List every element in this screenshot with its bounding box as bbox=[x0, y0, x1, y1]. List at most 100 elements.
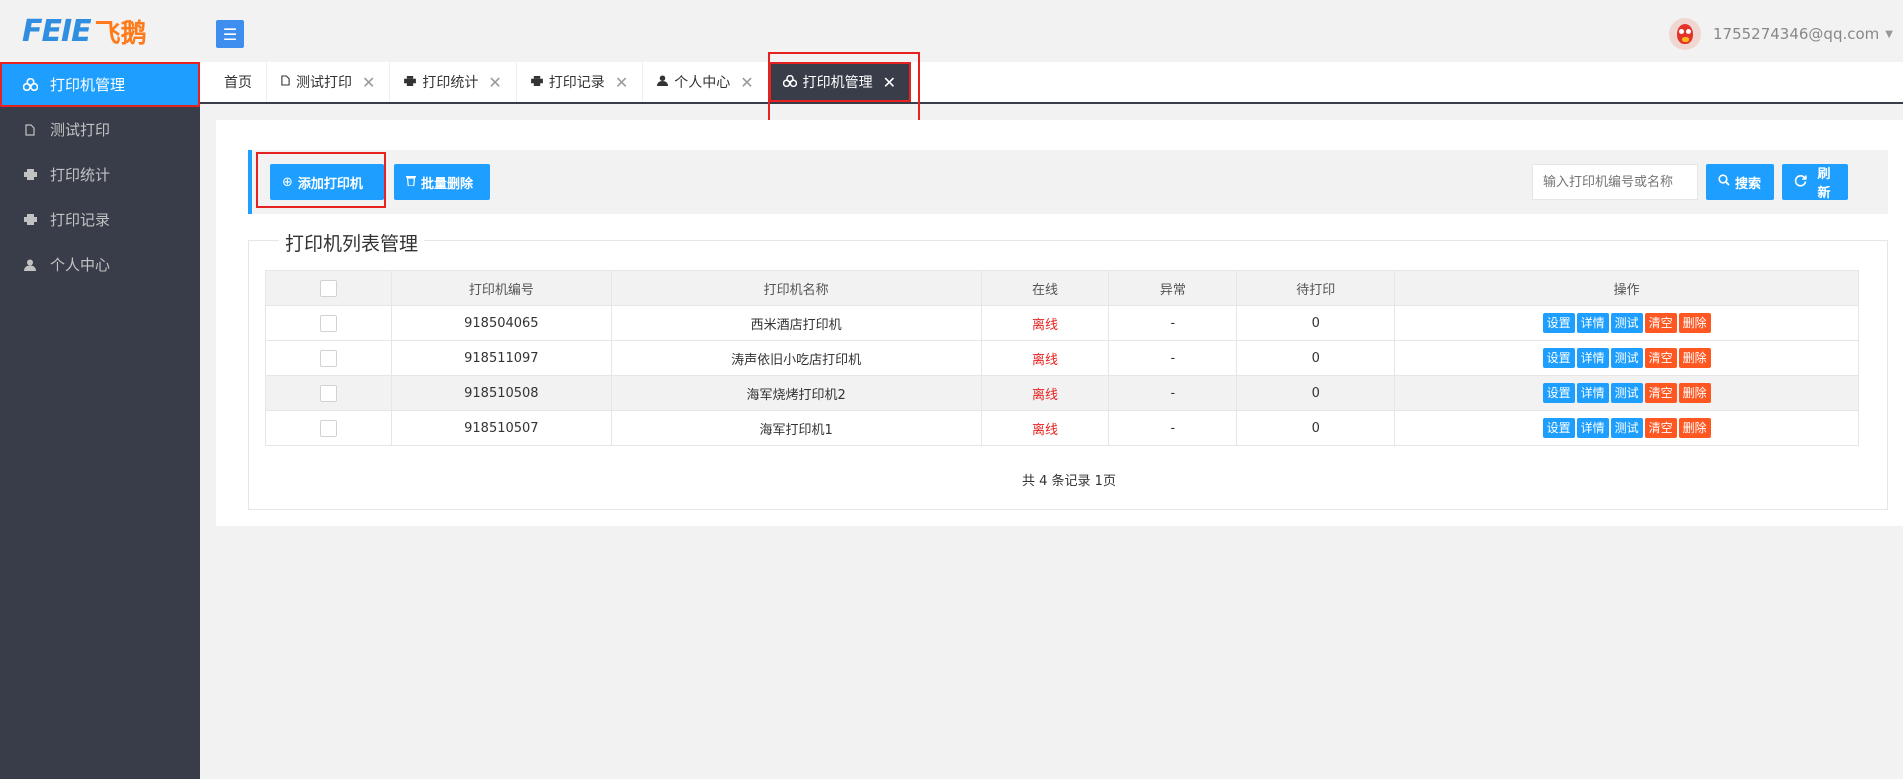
pending-count: 0 bbox=[1236, 410, 1396, 446]
close-icon[interactable]: ✕ bbox=[362, 73, 375, 92]
sidebar-item-personal-center[interactable]: 个人中心 bbox=[0, 242, 200, 287]
settings-button[interactable]: 设置 bbox=[1542, 313, 1575, 333]
tab-personal-center[interactable]: 个人中心 ✕ bbox=[643, 62, 769, 102]
menu-icon: ☰ bbox=[222, 24, 238, 44]
row-checkbox[interactable] bbox=[319, 419, 337, 437]
details-button[interactable]: 详情 bbox=[1576, 418, 1609, 438]
header-select-all[interactable] bbox=[265, 270, 392, 306]
column-header: 异常 bbox=[1108, 270, 1238, 306]
search-icon bbox=[1718, 174, 1730, 190]
printer-icon bbox=[404, 75, 417, 89]
search-label: 搜索 bbox=[1735, 176, 1762, 192]
test-button[interactable]: 测试 bbox=[1610, 418, 1643, 438]
column-header: 操作 bbox=[1394, 270, 1859, 306]
tab-label: 首页 bbox=[224, 75, 252, 91]
row-actions: 设置 详情 测试 清空 删除 bbox=[1394, 340, 1859, 376]
panel-title: 打印机列表管理 bbox=[279, 229, 425, 256]
table-row: 918504065 西米酒店打印机 离线 - 0 设置 详情 测试 清空 删除 bbox=[265, 305, 1859, 341]
close-icon[interactable]: ✕ bbox=[740, 73, 753, 92]
test-button[interactable]: 测试 bbox=[1610, 313, 1643, 333]
test-button[interactable]: 测试 bbox=[1610, 348, 1643, 368]
table-row: 918510508 海军烧烤打印机2 离线 - 0 设置 详情 测试 清空 删除 bbox=[265, 375, 1859, 411]
row-checkbox[interactable] bbox=[319, 384, 337, 402]
refresh-icon bbox=[1794, 174, 1807, 191]
error-status: - bbox=[1108, 410, 1238, 446]
printer-name: 西米酒店打印机 bbox=[610, 305, 982, 341]
printer-icon bbox=[22, 214, 38, 225]
user-icon bbox=[657, 75, 669, 89]
sidebar-item-label: 打印记录 bbox=[50, 211, 111, 229]
document-icon bbox=[281, 75, 290, 89]
batch-delete-button[interactable]: 批量删除 bbox=[394, 164, 490, 200]
clear-button[interactable]: 清空 bbox=[1644, 313, 1677, 333]
sidebar: FEIE 飞鹅 打印机管理 测试打印 打印统计 打印记录 个人中心 bbox=[0, 0, 200, 779]
logo-text: FEIE bbox=[22, 13, 92, 49]
document-icon bbox=[22, 123, 38, 136]
row-actions: 设置 详情 测试 清空 删除 bbox=[1394, 410, 1859, 446]
settings-button[interactable]: 设置 bbox=[1542, 383, 1575, 403]
sidebar-item-label: 打印统计 bbox=[50, 166, 111, 184]
add-printer-label: 添加打印机 bbox=[297, 176, 363, 192]
settings-button[interactable]: 设置 bbox=[1542, 418, 1575, 438]
clear-button[interactable]: 清空 bbox=[1644, 418, 1677, 438]
printer-group-icon bbox=[782, 74, 797, 90]
delete-button[interactable]: 删除 bbox=[1678, 313, 1711, 333]
row-checkbox[interactable] bbox=[319, 314, 337, 332]
table-header-row: 打印机编号 打印机名称 在线 异常 待打印 操作 bbox=[265, 270, 1859, 306]
close-icon[interactable]: ✕ bbox=[615, 73, 628, 92]
online-status: 离线 bbox=[980, 340, 1110, 376]
select-all-checkbox[interactable] bbox=[319, 279, 337, 297]
row-checkbox[interactable] bbox=[319, 349, 337, 367]
delete-button[interactable]: 删除 bbox=[1678, 383, 1711, 403]
tab-print-stats[interactable]: 打印统计 ✕ bbox=[390, 62, 517, 102]
details-button[interactable]: 详情 bbox=[1576, 348, 1609, 368]
add-circle-icon: ⊕ bbox=[282, 174, 293, 190]
delete-button[interactable]: 删除 bbox=[1678, 348, 1711, 368]
pending-count: 0 bbox=[1236, 340, 1396, 376]
logo: FEIE 飞鹅 bbox=[0, 0, 200, 62]
logo-cn: 飞鹅 bbox=[94, 18, 147, 49]
avatar bbox=[1669, 18, 1701, 50]
sidebar-item-label: 个人中心 bbox=[50, 256, 111, 274]
settings-button[interactable]: 设置 bbox=[1542, 348, 1575, 368]
tab-test-print[interactable]: 测试打印 ✕ bbox=[267, 62, 391, 102]
printer-sn: 918504065 bbox=[390, 305, 612, 341]
tab-label: 个人中心 bbox=[674, 75, 731, 91]
table-row: 918511097 涛声依旧小吃店打印机 离线 - 0 设置 详情 测试 清空 删除 bbox=[265, 340, 1859, 376]
test-button[interactable]: 测试 bbox=[1610, 383, 1643, 403]
tab-home[interactable]: 首页 bbox=[210, 62, 267, 102]
sidebar-item-test-print[interactable]: 测试打印 bbox=[0, 107, 200, 152]
clear-button[interactable]: 清空 bbox=[1644, 383, 1677, 403]
details-button[interactable]: 详情 bbox=[1576, 383, 1609, 403]
online-status: 离线 bbox=[980, 410, 1110, 446]
delete-button[interactable]: 删除 bbox=[1678, 418, 1711, 438]
search-button[interactable]: 搜索 bbox=[1706, 164, 1774, 200]
clear-button[interactable]: 清空 bbox=[1644, 348, 1677, 368]
error-status: - bbox=[1108, 340, 1238, 376]
sidebar-item-printer-management[interactable]: 打印机管理 bbox=[0, 62, 200, 107]
tab-label: 打印统计 bbox=[422, 75, 479, 91]
add-printer-button[interactable]: ⊕ 添加打印机 bbox=[270, 164, 384, 200]
column-header: 在线 bbox=[980, 270, 1110, 306]
online-status: 离线 bbox=[980, 305, 1110, 341]
sidebar-item-print-records[interactable]: 打印记录 bbox=[0, 197, 200, 242]
sidebar-item-label: 打印机管理 bbox=[50, 76, 126, 94]
tab-printer-management[interactable]: 打印机管理 ✕ bbox=[768, 62, 912, 102]
printer-name: 海军打印机1 bbox=[610, 410, 982, 446]
printer-sn: 918511097 bbox=[390, 340, 612, 376]
user-menu[interactable]: 1755274346@qq.com ▼ bbox=[1669, 18, 1893, 50]
close-icon[interactable]: ✕ bbox=[883, 73, 896, 92]
sidebar-nav: 打印机管理 测试打印 打印统计 打印记录 个人中心 bbox=[0, 62, 200, 287]
sidebar-item-print-stats[interactable]: 打印统计 bbox=[0, 152, 200, 197]
tab-print-records[interactable]: 打印记录 ✕ bbox=[517, 62, 644, 102]
refresh-label: 刷新 bbox=[1817, 167, 1831, 201]
close-icon[interactable]: ✕ bbox=[488, 73, 501, 92]
details-button[interactable]: 详情 bbox=[1576, 313, 1609, 333]
printer-name: 涛声依旧小吃店打印机 bbox=[610, 340, 982, 376]
search-input[interactable] bbox=[1532, 164, 1698, 200]
menu-toggle-button[interactable]: ☰ bbox=[216, 20, 244, 48]
tab-label: 测试打印 bbox=[296, 75, 352, 91]
refresh-button[interactable]: 刷新 bbox=[1782, 164, 1848, 201]
printer-group-icon bbox=[22, 78, 38, 91]
table-row: 918510507 海军打印机1 离线 - 0 设置 详情 测试 清空 删除 bbox=[265, 410, 1859, 446]
